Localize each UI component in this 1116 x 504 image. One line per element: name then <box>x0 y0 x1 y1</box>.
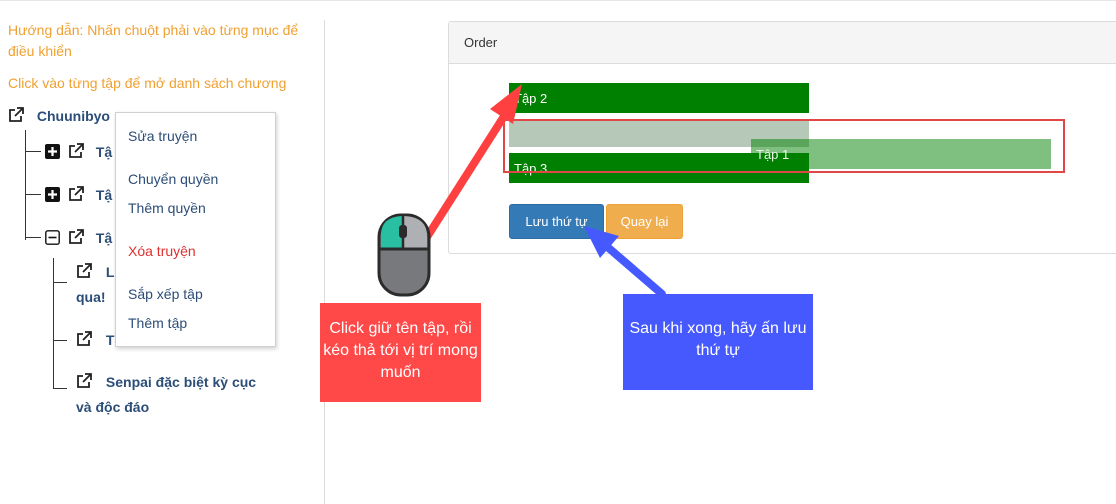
save-order-button[interactable]: Lưu thứ tự <box>509 204 604 239</box>
chapter-item[interactable]: Tập 2 <box>509 83 809 113</box>
menu-item-delete-story[interactable]: Xóa truyện <box>128 243 196 259</box>
menu-item-edit-story[interactable]: Sửa truyện <box>128 128 197 144</box>
external-link-icon[interactable] <box>76 331 92 347</box>
menu-item-sort-chapters[interactable]: Sắp xếp tập <box>128 286 203 302</box>
tree-line <box>53 258 54 388</box>
menu-item-add-permission[interactable]: Thêm quyền <box>128 200 206 216</box>
tree-line <box>53 282 67 283</box>
tree-item-label: Tậ <box>95 230 113 246</box>
external-link-icon[interactable] <box>8 107 24 123</box>
order-panel-header: Order <box>449 22 1116 64</box>
tree-subitem-line2: qua! <box>76 289 106 305</box>
hint-right-click: Hướng dẫn: Nhấn chuột phải vào từng mục … <box>8 22 299 59</box>
order-panel-title: Order <box>464 35 498 50</box>
tree-subitem-line2: và độc đáo <box>76 399 150 415</box>
menu-item-transfer-permission[interactable]: Chuyển quyền <box>128 171 218 187</box>
tree-item[interactable]: Tậ <box>45 186 112 203</box>
tree-line <box>25 194 41 195</box>
external-link-icon[interactable] <box>76 263 92 279</box>
save-instruction-text: Sau khi xong, hãy ấn lưu thứ tự <box>629 320 807 359</box>
tree-subitem-label: Senpai đặc biệt kỳ cục <box>105 374 257 390</box>
minus-square-icon[interactable] <box>45 230 60 245</box>
drag-instruction-note: Click giữ tên tập, rồi kéo thả tới vị tr… <box>320 303 481 402</box>
mouse-icon <box>377 213 431 297</box>
tree-item-label: Tậ <box>95 144 113 160</box>
tree-item-label: Tậ <box>95 187 113 203</box>
tree-subitem[interactable]: Senpai đặc biệt kỳ cục <box>76 373 256 390</box>
save-instruction-note: Sau khi xong, hãy ấn lưu thứ tự <box>623 294 813 390</box>
tree-line <box>25 151 41 152</box>
drag-instruction-text: Click giữ tên tập, rồi kéo thả tới vị tr… <box>323 320 478 381</box>
tree-line <box>53 340 67 341</box>
external-link-icon[interactable] <box>68 186 84 202</box>
tree-line <box>25 237 41 238</box>
back-button[interactable]: Quay lại <box>606 204 683 239</box>
context-menu: Sửa truyện Chuyển quyền Thêm quyền Xóa t… <box>115 112 276 347</box>
external-link-icon[interactable] <box>68 229 84 245</box>
tree-line <box>25 130 26 240</box>
external-link-icon[interactable] <box>68 143 84 159</box>
tree-line <box>53 388 67 389</box>
plus-square-icon[interactable] <box>45 187 60 202</box>
highlight-box <box>503 119 1065 173</box>
chapter-label: Tập 2 <box>514 91 548 106</box>
menu-item-add-chapter[interactable]: Thêm tập <box>128 315 187 331</box>
tree-story-node[interactable]: Chuunibyo <box>8 107 110 124</box>
external-link-icon[interactable] <box>76 373 92 389</box>
plus-square-icon[interactable] <box>45 144 60 159</box>
hint-click-chapter: Click vào từng tập để mở danh sách chươn… <box>8 75 287 91</box>
tree-item[interactable]: Tậ <box>45 143 112 160</box>
tree-story-label: Chuunibyo <box>36 108 110 124</box>
top-divider <box>0 0 1116 1</box>
tree-item[interactable]: Tậ <box>45 229 112 246</box>
